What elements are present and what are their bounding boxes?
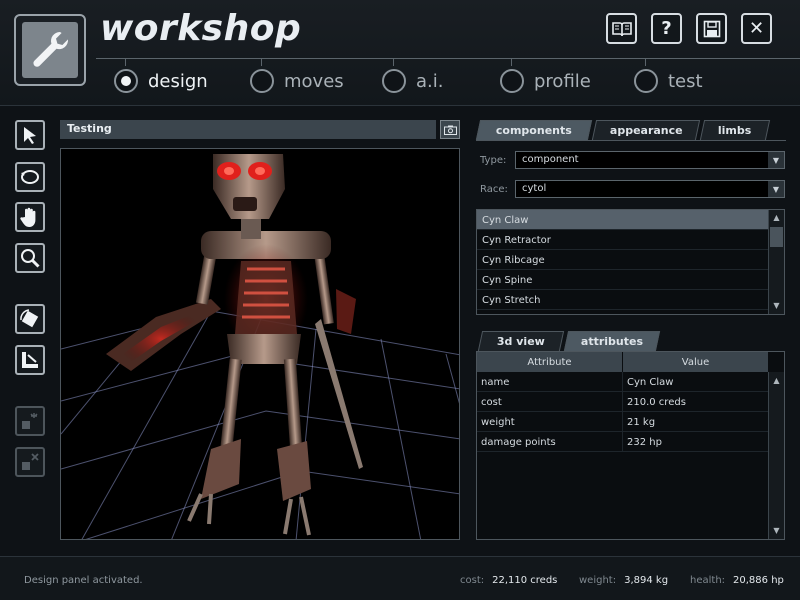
delete-disabled-icon <box>22 453 39 470</box>
radio-icon <box>634 69 658 93</box>
radio-icon <box>250 69 274 93</box>
rotate-tool[interactable] <box>15 162 45 192</box>
attributes-table: Attribute Value name Cyn Claw cost 210.0… <box>476 351 785 540</box>
save-icon <box>703 20 720 37</box>
rotate-part-icon <box>20 309 39 328</box>
3d-viewport[interactable] <box>60 148 460 540</box>
pan-tool[interactable] <box>15 202 45 232</box>
list-item[interactable]: Cyn Stretch <box>477 290 769 310</box>
pointer-tool[interactable] <box>15 120 45 150</box>
camera-button[interactable] <box>440 120 460 139</box>
nav-divider <box>96 58 800 59</box>
help-icon: ? <box>661 18 672 39</box>
total-cost: cost: 22,110 creds <box>460 575 558 586</box>
zoom-icon <box>21 249 40 268</box>
camera-icon <box>443 125 457 135</box>
column-header-attribute: Attribute <box>477 352 623 372</box>
rotate-part-tool[interactable] <box>15 304 45 334</box>
tab-components[interactable]: components <box>475 120 593 140</box>
chevron-down-icon[interactable]: ▼ <box>768 152 784 168</box>
tab-moves[interactable]: moves <box>250 58 344 96</box>
book-icon <box>611 21 632 36</box>
scroll-up-icon[interactable]: ▲ <box>769 210 784 225</box>
book-button[interactable] <box>606 13 637 44</box>
tab-attributes[interactable]: attributes <box>563 331 661 351</box>
radio-icon <box>382 69 406 93</box>
tab-design[interactable]: design <box>114 58 208 96</box>
ruler-tool[interactable] <box>15 345 45 375</box>
tab-ai[interactable]: a.i. <box>382 58 443 96</box>
tab-divider <box>476 140 786 141</box>
race-label: Race: <box>480 184 508 195</box>
list-item[interactable]: Cyn Spine <box>477 270 769 290</box>
tab-appearance[interactable]: appearance <box>591 120 701 140</box>
list-item[interactable]: Cyn Retractor <box>477 230 769 250</box>
list-scrollbar[interactable]: ▲ ▼ <box>768 210 784 314</box>
app-title: workshop <box>100 8 302 49</box>
component-list: Cyn Claw Cyn Retractor Cyn Ribcage Cyn S… <box>476 209 785 315</box>
table-row: weight 21 kg <box>477 412 769 432</box>
total-weight: weight: 3,894 kg <box>579 575 669 586</box>
select-disabled-icon <box>22 413 38 429</box>
delete-tool-disabled <box>15 447 45 477</box>
type-dropdown[interactable]: component ▼ <box>515 151 785 169</box>
viewport-title: Testing <box>60 120 436 139</box>
attributes-scrollbar[interactable]: ▲ ▼ <box>768 372 784 539</box>
scroll-down-icon[interactable]: ▼ <box>769 523 784 538</box>
wrench-icon <box>33 31 69 67</box>
rotate-icon <box>21 170 39 184</box>
close-icon: ✕ <box>748 18 765 39</box>
tab-test[interactable]: test <box>634 58 703 96</box>
scroll-up-icon[interactable]: ▲ <box>769 373 784 388</box>
robot-model <box>106 154 363 536</box>
total-health: health: 20,886 hp <box>690 575 784 586</box>
type-label: Type: <box>480 155 507 166</box>
tab-profile[interactable]: profile <box>500 58 591 96</box>
close-button[interactable]: ✕ <box>741 13 772 44</box>
pointer-icon <box>24 127 36 144</box>
table-row: damage points 232 hp <box>477 432 769 452</box>
tab-3d-view[interactable]: 3d view <box>477 331 565 351</box>
header: workshop ? ✕ design moves a.i. profile t… <box>0 0 800 106</box>
select-tool-disabled <box>15 406 45 436</box>
list-item[interactable]: Cyn Claw <box>477 210 769 230</box>
status-bar: Design panel activated. cost: 22,110 cred… <box>0 556 800 600</box>
status-message: Design panel activated. <box>24 575 143 586</box>
ruler-icon <box>22 352 38 368</box>
pan-hand-icon <box>20 207 36 227</box>
help-button[interactable]: ? <box>651 13 682 44</box>
column-header-value: Value <box>623 352 769 372</box>
save-button[interactable] <box>696 13 727 44</box>
table-row: name Cyn Claw <box>477 372 769 392</box>
zoom-tool[interactable] <box>15 243 45 273</box>
scroll-thumb[interactable] <box>770 227 783 247</box>
list-item[interactable]: Cyn Ribcage <box>477 250 769 270</box>
tab-limbs[interactable]: limbs <box>699 120 771 140</box>
radio-icon <box>500 69 524 93</box>
scroll-down-icon[interactable]: ▼ <box>769 298 784 313</box>
table-row: cost 210.0 creds <box>477 392 769 412</box>
radio-icon <box>114 69 138 93</box>
workshop-logo <box>14 14 86 86</box>
race-dropdown[interactable]: cytol ▼ <box>515 180 785 198</box>
chevron-down-icon[interactable]: ▼ <box>768 181 784 197</box>
robot-scene <box>61 154 459 539</box>
